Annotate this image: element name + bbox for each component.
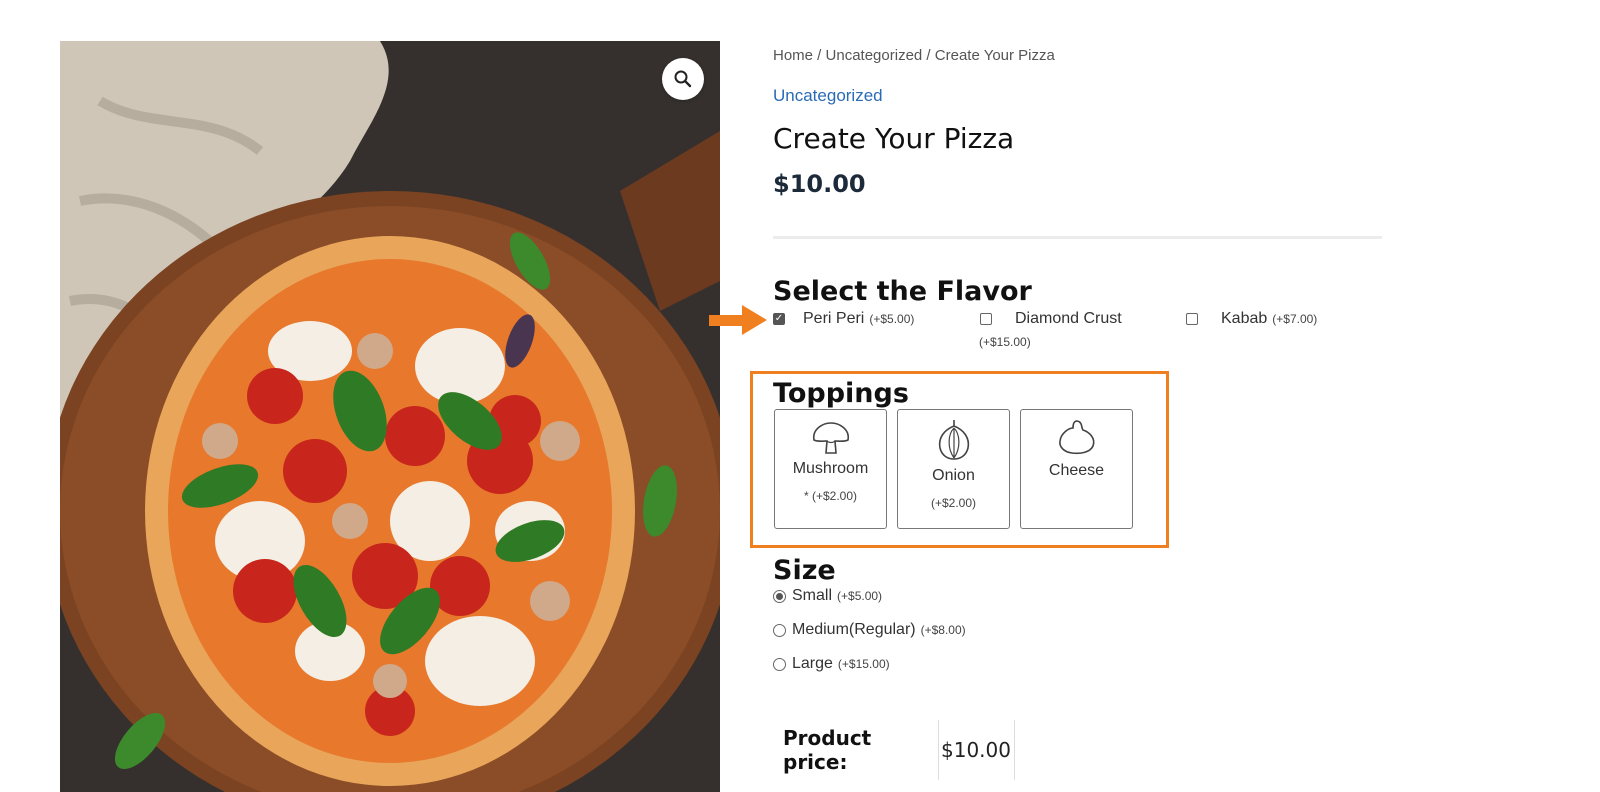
- flavor-option-label: Peri Peri: [803, 310, 865, 327]
- magnifier-icon: [674, 70, 692, 88]
- product-price-value: $10.00: [938, 720, 1015, 780]
- topping-label: Mushroom: [792, 460, 869, 477]
- size-option-small[interactable]: Small (+$5.00): [773, 587, 882, 605]
- size-option-label: Small: [792, 587, 833, 604]
- product-category-link[interactable]: Uncategorized: [773, 86, 883, 106]
- pizza-photo: [60, 41, 720, 792]
- topping-card-cheese[interactable]: Cheese: [1020, 409, 1133, 529]
- flavor-option-label: Kabab: [1221, 310, 1268, 327]
- size-option-label: Medium(Regular): [792, 621, 916, 638]
- topping-card-onion[interactable]: Onion (+$2.00): [897, 409, 1010, 529]
- topping-label: Onion: [932, 467, 975, 484]
- size-radio[interactable]: [773, 589, 786, 603]
- topping-label: Cheese: [1048, 462, 1105, 479]
- size-option-label: Large: [792, 655, 833, 672]
- breadcrumb-separator: /: [813, 47, 826, 64]
- product-summary: Home / Uncategorized / Create Your Pizza…: [773, 0, 1393, 792]
- breadcrumb-home[interactable]: Home: [773, 47, 813, 64]
- flavor-option-kabab[interactable]: Kabab (+$7.00): [1186, 310, 1317, 328]
- onion-icon: [938, 420, 969, 460]
- size-section-title: Size: [773, 555, 836, 586]
- size-radio[interactable]: [773, 623, 786, 637]
- size-option-large[interactable]: Large (+$15.00): [773, 655, 890, 673]
- topping-price: * (+$2.00): [803, 489, 858, 503]
- flavor-option-price: (+$15.00): [979, 335, 1031, 349]
- product-price-row: Product price: $10.00: [773, 720, 1015, 780]
- product-price: $10.00: [773, 170, 866, 198]
- size-radio[interactable]: [773, 657, 786, 671]
- flavor-section-title: Select the Flavor: [773, 276, 1032, 307]
- cheese-icon: [1058, 420, 1094, 455]
- flavor-option-peri-peri[interactable]: ✓ Peri Peri (+$5.00): [773, 310, 914, 328]
- flavor-option-diamond-crust[interactable]: Diamond Crust: [980, 310, 1122, 328]
- product-price-label: Product price:: [783, 726, 872, 774]
- breadcrumb-separator: /: [922, 47, 935, 64]
- toppings-section-title: Toppings: [773, 378, 909, 409]
- flavor-option-price: (+$5.00): [869, 312, 915, 326]
- size-option-price: (+$5.00): [837, 589, 883, 603]
- zoom-button[interactable]: [662, 58, 704, 100]
- size-option-price: (+$15.00): [837, 657, 890, 671]
- mushroom-icon: [812, 422, 849, 454]
- product-title: Create Your Pizza: [773, 122, 1015, 155]
- product-image[interactable]: [60, 41, 720, 792]
- topping-card-mushroom[interactable]: Mushroom * (+$2.00): [774, 409, 887, 529]
- size-option-price: (+$8.00): [920, 623, 966, 637]
- size-option-medium[interactable]: Medium(Regular) (+$8.00): [773, 621, 966, 639]
- flavor-option-price: (+$7.00): [1272, 312, 1318, 326]
- flavor-checkbox[interactable]: [980, 313, 992, 325]
- breadcrumb: Home / Uncategorized / Create Your Pizza: [773, 47, 1055, 64]
- flavor-option-label: Diamond Crust: [1015, 310, 1122, 327]
- pointer-arrow-icon: [709, 305, 767, 335]
- divider: [773, 236, 1382, 239]
- breadcrumb-current: Create Your Pizza: [934, 47, 1055, 64]
- flavor-checkbox[interactable]: [1186, 313, 1198, 325]
- topping-price: (+$2.00): [930, 496, 977, 510]
- breadcrumb-category[interactable]: Uncategorized: [826, 47, 923, 64]
- flavor-checkbox[interactable]: ✓: [773, 313, 785, 325]
